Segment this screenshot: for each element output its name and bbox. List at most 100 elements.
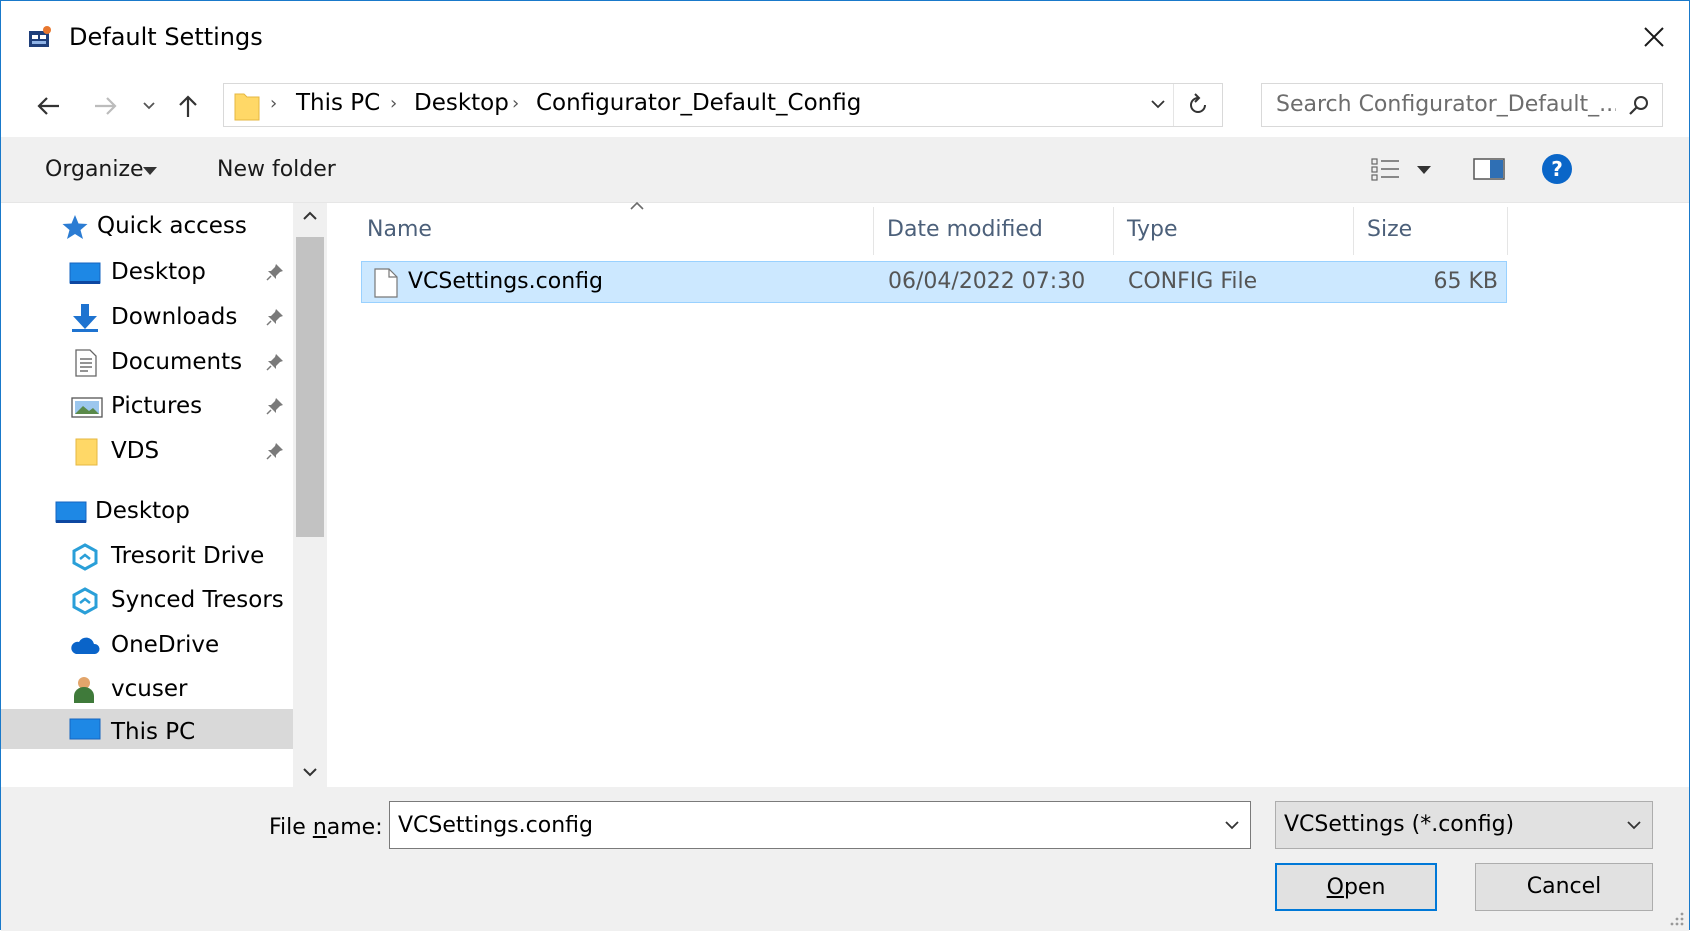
open-button[interactable]: Open [1275, 863, 1437, 911]
column-header-label: Name [367, 217, 432, 242]
column-header-type[interactable]: Type [1115, 203, 1353, 255]
navigation-pane: Quick access Desktop Downloads Documents… [1, 203, 329, 787]
nav-item-label: Pictures [111, 393, 203, 419]
scroll-up-icon[interactable] [302, 209, 318, 221]
file-name-combobox[interactable] [389, 801, 1251, 849]
cloud-icon [71, 637, 100, 654]
nav-item-desktop[interactable]: Desktop [1, 490, 301, 534]
caret-down-icon[interactable] [1417, 166, 1431, 174]
nav-item-label: Quick access [97, 213, 247, 239]
pin-icon[interactable] [266, 308, 284, 326]
pin-icon[interactable] [266, 353, 284, 371]
nav-item-quick-access[interactable]: Quick access [1, 205, 301, 249]
search-input[interactable]: Search Configurator_Default_... [1276, 92, 1616, 117]
scroll-down-icon[interactable] [302, 767, 318, 779]
file-type-value: VCSettings (*.config) [1284, 812, 1515, 837]
nav-item-label: Desktop [111, 259, 206, 285]
nav-item-pictures[interactable]: Pictures [1, 385, 301, 429]
column-separator[interactable] [1507, 207, 1508, 255]
download-arrow-icon [72, 304, 98, 332]
back-arrow-icon [37, 97, 59, 115]
nav-item-vcuser[interactable]: vcuser [1, 668, 301, 712]
nav-item-this-pc[interactable]: This PC [1, 709, 301, 749]
nav-item-label: This PC [111, 719, 196, 745]
nav-item-vds[interactable]: VDS [1, 430, 301, 474]
column-header-label: Date modified [887, 217, 1043, 242]
open-button-label: Open [1326, 875, 1386, 900]
tresorit-icon [72, 543, 98, 571]
preview-pane-icon[interactable] [1473, 157, 1505, 181]
file-date-cell: 06/04/2022 07:30 [888, 269, 1086, 294]
nav-item-downloads[interactable]: Downloads [1, 296, 301, 340]
up-button[interactable] [171, 89, 205, 123]
breadcrumb-current-folder[interactable]: Configurator_Default_Config [536, 90, 861, 116]
address-history-chevron-icon[interactable] [1150, 96, 1166, 112]
title-bar: Default Settings [1, 1, 1689, 73]
nav-item-label: VDS [111, 438, 160, 464]
forward-button[interactable] [89, 89, 123, 123]
breadcrumb-this-pc[interactable]: This PC [296, 90, 380, 116]
column-separator[interactable] [1353, 207, 1354, 255]
file-open-dialog: Default Settings › This PC › Desktop › C… [0, 0, 1690, 931]
app-icon [29, 26, 51, 47]
search-box[interactable]: Search Configurator_Default_... [1261, 83, 1663, 127]
nav-item-documents[interactable]: Documents [1, 341, 301, 385]
recent-locations-button[interactable] [137, 89, 161, 123]
column-separator[interactable] [1113, 207, 1114, 255]
column-separator[interactable] [873, 207, 874, 255]
organize-button[interactable]: Organize [45, 157, 144, 182]
help-icon[interactable]: ? [1541, 153, 1573, 185]
pin-icon[interactable] [266, 397, 284, 415]
breadcrumb-separator: › [270, 93, 278, 114]
breadcrumb-desktop[interactable]: Desktop [414, 90, 509, 116]
window-title: Default Settings [69, 23, 263, 51]
nav-item-label: Downloads [111, 304, 238, 330]
nav-item-label: vcuser [111, 676, 188, 702]
command-bar: Organize New folder ? [1, 137, 1689, 203]
refresh-icon[interactable] [1186, 92, 1210, 118]
back-button[interactable] [31, 89, 65, 123]
cancel-button[interactable]: Cancel [1475, 863, 1653, 911]
column-header-size[interactable]: Size [1355, 203, 1505, 255]
nav-item-label: Documents [111, 349, 243, 375]
nav-item-label: Tresorit Drive [111, 543, 265, 569]
tresorit-icon [72, 587, 98, 615]
navigation-row: › This PC › Desktop › Configurator_Defau… [1, 73, 1689, 137]
breadcrumb-separator: › [390, 93, 398, 114]
nav-item-synced-tresors[interactable]: Synced Tresors [1, 579, 301, 623]
search-icon[interactable] [1628, 94, 1650, 116]
view-options-icon[interactable] [1371, 157, 1401, 181]
file-type-cell: CONFIG File [1128, 269, 1258, 294]
address-divider [1173, 84, 1174, 126]
column-header-label: Size [1367, 217, 1413, 242]
pin-icon[interactable] [266, 263, 284, 281]
nav-item-desktop-pinned[interactable]: Desktop [1, 251, 301, 295]
up-arrow-icon [179, 95, 197, 117]
desktop-icon [69, 262, 101, 284]
address-bar[interactable]: › This PC › Desktop › Configurator_Defau… [223, 83, 1223, 127]
chevron-down-icon [143, 102, 155, 110]
scrollbar-thumb[interactable] [296, 237, 324, 537]
file-icon [374, 268, 398, 298]
nav-item-onedrive[interactable]: OneDrive [1, 624, 301, 668]
pictures-icon [71, 397, 103, 418]
column-header-date-modified[interactable]: Date modified [875, 203, 1115, 255]
navigation-scrollbar[interactable] [293, 203, 327, 787]
folder-icon [234, 93, 260, 121]
file-name-input[interactable] [390, 802, 1210, 848]
close-button[interactable] [1619, 1, 1689, 73]
chevron-down-icon[interactable] [1224, 818, 1240, 832]
table-row[interactable]: VCSettings.config 06/04/2022 07:30 CONFI… [361, 261, 1507, 303]
column-header-name[interactable]: Name [355, 201, 839, 255]
pin-icon[interactable] [266, 442, 284, 460]
file-name-cell: VCSettings.config [408, 269, 603, 294]
nav-item-tresorit-drive[interactable]: Tresorit Drive [1, 535, 301, 579]
column-header-label: Type [1127, 217, 1178, 242]
resize-grip-icon[interactable] [1667, 909, 1685, 927]
breadcrumb-separator: › [512, 93, 520, 114]
computer-icon [69, 718, 101, 740]
new-folder-button[interactable]: New folder [217, 157, 336, 182]
file-type-select[interactable]: VCSettings (*.config) [1275, 801, 1653, 849]
sort-ascending-icon [630, 201, 644, 210]
document-icon [75, 349, 97, 377]
